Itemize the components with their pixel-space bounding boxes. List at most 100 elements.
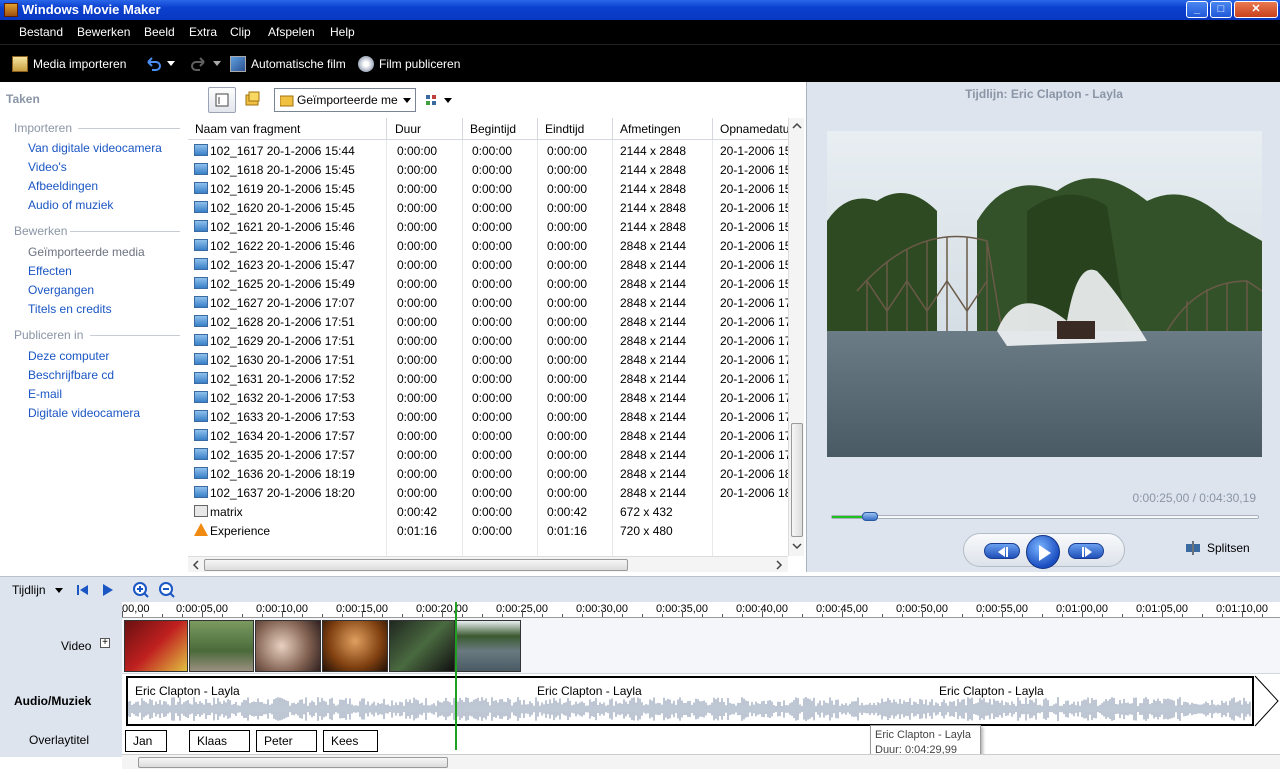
col-duration-header[interactable]: Duur bbox=[395, 122, 421, 136]
task-email[interactable]: E-mail bbox=[28, 387, 62, 401]
table-row[interactable]: 102_1632 20-1-2006 17:53 0:00:00 0:00:00 0:… bbox=[188, 388, 788, 407]
overlay-title-clip[interactable]: Peter bbox=[256, 730, 317, 752]
table-row[interactable]: matrix 0:00:42 0:00:00 0:00:42 672 x 432 bbox=[188, 502, 788, 521]
col-end-header[interactable]: Eindtijd bbox=[545, 122, 584, 136]
collection-select[interactable]: Geïmporteerde me bbox=[274, 88, 416, 112]
scroll-left-icon[interactable] bbox=[191, 559, 201, 571]
table-vertical-scrollbar[interactable] bbox=[788, 118, 804, 556]
expand-video-track-icon[interactable]: + bbox=[100, 638, 110, 648]
play-button[interactable] bbox=[1026, 535, 1060, 569]
ruler-tick bbox=[1242, 611, 1243, 617]
maximize-button[interactable]: □ bbox=[1210, 1, 1232, 18]
table-row[interactable]: 102_1631 20-1-2006 17:52 0:00:00 0:00:00 0:… bbox=[188, 369, 788, 388]
table-row[interactable]: 102_1628 20-1-2006 17:51 0:00:00 0:00:00 0:… bbox=[188, 312, 788, 331]
scroll-up-icon[interactable] bbox=[790, 121, 804, 131]
table-row[interactable]: 102_1637 20-1-2006 18:20 0:00:00 0:00:00 0:… bbox=[188, 483, 788, 502]
timeline-view-dropdown[interactable]: Tijdlijn bbox=[12, 583, 63, 597]
zoom-in-icon[interactable] bbox=[132, 581, 150, 599]
table-row[interactable]: Experience 0:01:16 0:00:00 0:01:16 720 x 480 bbox=[188, 521, 788, 540]
table-row[interactable]: 102_1636 20-1-2006 18:19 0:00:00 0:00:00 0:… bbox=[188, 464, 788, 483]
timeline-ruler[interactable]: 00,00 0:00:05,00 0:00:10,00 0:00:15,00 0:00:… bbox=[122, 602, 1280, 618]
task-from-camera[interactable]: Van digitale videocamera bbox=[28, 141, 162, 155]
table-row[interactable]: 102_1625 20-1-2006 15:49 0:00:00 0:00:00 0:… bbox=[188, 274, 788, 293]
task-effects[interactable]: Effecten bbox=[28, 264, 72, 278]
import-media-button[interactable]: Media importeren bbox=[12, 55, 126, 73]
table-row[interactable]: 102_1618 20-1-2006 15:45 0:00:00 0:00:00 0:… bbox=[188, 160, 788, 179]
menu-beeld[interactable]: Beeld bbox=[144, 25, 175, 39]
table-row[interactable]: 102_1630 20-1-2006 17:51 0:00:00 0:00:00 0:… bbox=[188, 350, 788, 369]
table-row[interactable]: 102_1633 20-1-2006 17:53 0:00:00 0:00:00 0:… bbox=[188, 407, 788, 426]
automovie-button[interactable]: Automatische film bbox=[230, 55, 346, 73]
menu-help[interactable]: Help bbox=[330, 25, 355, 39]
overlay-title-clip[interactable]: Klaas bbox=[189, 730, 250, 752]
col-name-header[interactable]: Naam van fragment bbox=[195, 122, 300, 136]
scrollbar-thumb[interactable] bbox=[138, 757, 448, 768]
menu-bewerken[interactable]: Bewerken bbox=[77, 25, 130, 39]
scrollbar-thumb[interactable] bbox=[791, 423, 803, 537]
tasks-toggle-button[interactable] bbox=[208, 87, 236, 113]
table-row[interactable]: 102_1617 20-1-2006 15:44 0:00:00 0:00:00 0:… bbox=[188, 141, 788, 160]
undo-button[interactable] bbox=[144, 55, 175, 73]
audio-clip[interactable]: Eric Clapton - Layla Eric Clapton - Layl… bbox=[126, 676, 1254, 726]
table-row[interactable]: 102_1623 20-1-2006 15:47 0:00:00 0:00:00 0:… bbox=[188, 255, 788, 274]
rewind-timeline-icon[interactable] bbox=[76, 583, 90, 597]
ruler-tick bbox=[562, 614, 563, 617]
video-clip[interactable] bbox=[389, 620, 455, 672]
close-button[interactable]: ✕ bbox=[1234, 1, 1278, 18]
task-imported-media[interactable]: Geïmporteerde media bbox=[28, 245, 145, 259]
scrollbar-thumb[interactable] bbox=[204, 559, 628, 571]
toolbar: Media importeren Automatische film Film … bbox=[0, 44, 1280, 82]
minimize-button[interactable]: _ bbox=[1186, 1, 1208, 18]
task-writable-cd[interactable]: Beschrijfbare cd bbox=[28, 368, 114, 382]
table-row[interactable]: 102_1620 20-1-2006 15:45 0:00:00 0:00:00 0:… bbox=[188, 198, 788, 217]
previous-frame-button[interactable] bbox=[984, 543, 1020, 559]
split-button[interactable]: Splitsen bbox=[1185, 541, 1250, 555]
menu-clip[interactable]: Clip bbox=[230, 25, 251, 39]
table-row[interactable]: 102_1619 20-1-2006 15:45 0:00:00 0:00:00 0:… bbox=[188, 179, 788, 198]
video-clip[interactable] bbox=[124, 620, 188, 672]
menu-extra[interactable]: Extra bbox=[189, 25, 217, 39]
video-clip[interactable] bbox=[322, 620, 388, 672]
task-titles-credits[interactable]: Titels en credits bbox=[28, 302, 112, 316]
menu-bestand[interactable]: Bestand bbox=[19, 25, 63, 39]
next-frame-button[interactable] bbox=[1068, 543, 1104, 559]
overlay-title-clip[interactable]: Kees bbox=[323, 730, 378, 752]
table-row[interactable]: 102_1635 20-1-2006 17:57 0:00:00 0:00:00 0:… bbox=[188, 445, 788, 464]
task-audio-music[interactable]: Audio of muziek bbox=[28, 198, 113, 212]
table-cell: 2848 x 2144 bbox=[620, 391, 687, 405]
video-clip[interactable] bbox=[189, 620, 254, 672]
table-row[interactable]: 102_1634 20-1-2006 17:57 0:00:00 0:00:00 0:… bbox=[188, 426, 788, 445]
col-dimensions-header[interactable]: Afmetingen bbox=[620, 122, 681, 136]
view-options-button[interactable] bbox=[424, 92, 454, 108]
seek-bar[interactable] bbox=[831, 512, 1259, 521]
zoom-out-icon[interactable] bbox=[158, 581, 176, 599]
col-date-header[interactable]: Opnamedatu bbox=[720, 122, 788, 136]
scroll-down-icon[interactable] bbox=[790, 541, 804, 551]
table-row[interactable]: 102_1622 20-1-2006 15:46 0:00:00 0:00:00 0:… bbox=[188, 236, 788, 255]
seek-slider-handle[interactable] bbox=[862, 512, 879, 521]
task-transitions[interactable]: Overgangen bbox=[28, 283, 94, 297]
video-clip[interactable] bbox=[456, 620, 521, 672]
task-digital-camera[interactable]: Digitale videocamera bbox=[28, 406, 140, 420]
video-clip[interactable] bbox=[255, 620, 321, 672]
publish-movie-button[interactable]: Film publiceren bbox=[358, 55, 460, 73]
col-start-header[interactable]: Begintijd bbox=[470, 122, 516, 136]
preview-monitor[interactable] bbox=[827, 131, 1262, 457]
timeline-playhead[interactable] bbox=[455, 602, 457, 750]
play-timeline-icon[interactable] bbox=[101, 583, 115, 597]
task-this-computer[interactable]: Deze computer bbox=[28, 349, 109, 363]
ruler-tick bbox=[682, 611, 683, 617]
scroll-right-icon[interactable] bbox=[774, 559, 784, 571]
table-row[interactable]: 102_1629 20-1-2006 17:51 0:00:00 0:00:00 0:… bbox=[188, 331, 788, 350]
table-horizontal-scrollbar[interactable] bbox=[188, 556, 788, 572]
menu-afspelen[interactable]: Afspelen bbox=[268, 25, 315, 39]
timeline-horizontal-scrollbar[interactable] bbox=[122, 754, 1280, 769]
task-videos[interactable]: Video's bbox=[28, 160, 67, 174]
task-images[interactable]: Afbeeldingen bbox=[28, 179, 98, 193]
collections-button[interactable] bbox=[240, 87, 268, 113]
table-row[interactable]: 102_1627 20-1-2006 17:07 0:00:00 0:00:00 0:… bbox=[188, 293, 788, 312]
next-frame-icon bbox=[1082, 547, 1092, 557]
table-row[interactable]: 102_1621 20-1-2006 15:46 0:00:00 0:00:00 0:… bbox=[188, 217, 788, 236]
redo-button[interactable] bbox=[190, 55, 221, 73]
overlay-title-clip[interactable]: Jan bbox=[125, 730, 167, 752]
